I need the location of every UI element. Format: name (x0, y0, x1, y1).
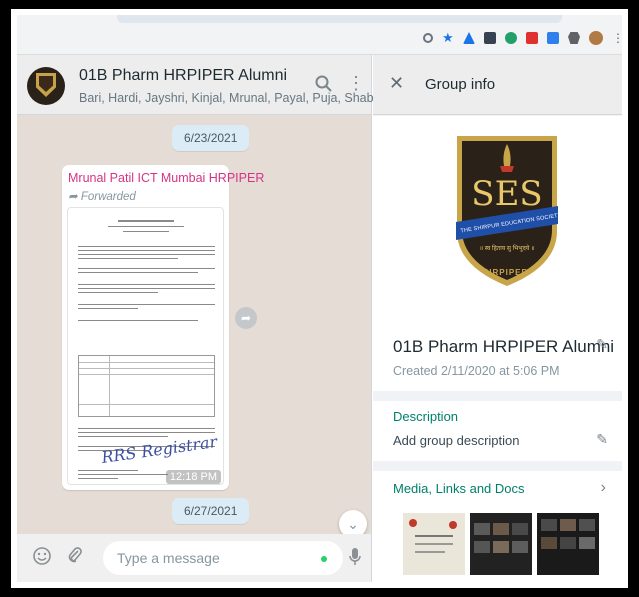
screenshot-frame: ★ ⋮ 01B Pharm HRPIPER Alumni Bari, Hardi… (8, 6, 631, 591)
logo-bottom-text: HRPIPER (485, 268, 529, 277)
description-value[interactable]: Add group description (393, 433, 519, 448)
forward-share-button[interactable]: ➦ (235, 307, 257, 329)
zoom-icon[interactable] (423, 33, 433, 43)
chevron-down-icon: ⌄ (347, 516, 359, 532)
media-card: Media, Links and Docs › (373, 471, 622, 582)
status-dot (321, 556, 327, 562)
forwarded-label: ➦ Forwarded (68, 191, 136, 203)
group-name: 01B Pharm HRPIPER Alumni (393, 337, 615, 356)
message-bubble[interactable]: Mrunal Patil ICT Mumbai HRPIPER ➦ Forwar… (62, 165, 264, 490)
group-info-header: ✕ Group info (373, 55, 622, 115)
handwritten-signature: RRS Registrar (99, 431, 218, 468)
message-time: 12:18 PM (165, 470, 221, 484)
group-avatar[interactable] (27, 67, 65, 105)
media-thumbnail[interactable] (537, 513, 599, 575)
message-composer (17, 534, 371, 582)
microphone-icon[interactable] (349, 547, 361, 572)
date-divider: 6/27/2021 (172, 498, 250, 524)
group-info-pane: ✕ Group info SES THE SHIRPUR EDUCATION S… (373, 55, 622, 582)
chat-title[interactable]: 01B Pharm HRPIPER Alumni (79, 67, 287, 85)
browser-toolbar: ★ ⋮ (17, 15, 622, 55)
logo-initials: SES (471, 174, 543, 214)
kebab-menu-icon[interactable]: ⋮ (347, 73, 365, 94)
extension-icon-1[interactable] (463, 32, 475, 44)
description-label: Description (393, 409, 459, 424)
document-image[interactable]: RRS Registrar (67, 207, 224, 485)
app-window: ★ ⋮ 01B Pharm HRPIPER Alumni Bari, Hardi… (17, 15, 622, 582)
group-profile-card: SES THE SHIRPUR EDUCATION SOCIETY ॥ स्व … (373, 116, 622, 391)
search-icon[interactable] (315, 75, 332, 97)
extension-icon-5[interactable] (547, 32, 559, 44)
edit-name-icon[interactable]: ✎ (596, 336, 608, 353)
extension-icon-2[interactable] (484, 32, 496, 44)
logo-motto: ॥ स्व हिताय सु भिभुदये ॥ (479, 246, 535, 252)
chevron-right-icon[interactable]: › (601, 479, 606, 497)
media-thumbnail[interactable] (403, 513, 465, 575)
profile-avatar[interactable] (589, 31, 603, 45)
message-sender: Mrunal Patil ICT Mumbai HRPIPER (68, 171, 265, 185)
star-icon[interactable]: ★ (442, 31, 454, 44)
media-thumbnail[interactable] (470, 513, 532, 575)
group-created: Created 2/11/2020 at 5:06 PM (393, 364, 560, 378)
description-card: Description Add group description ✎ (373, 401, 622, 461)
emoji-icon[interactable] (33, 547, 51, 570)
forward-arrow-icon: ➦ (68, 191, 78, 203)
close-icon[interactable]: ✕ (389, 73, 404, 94)
attach-icon[interactable] (67, 547, 83, 570)
media-label[interactable]: Media, Links and Docs (393, 481, 525, 496)
date-divider: 6/23/2021 (172, 125, 250, 151)
extension-icon-3[interactable] (505, 32, 517, 44)
menu-icon[interactable]: ⋮ (612, 32, 622, 44)
group-logo[interactable]: SES THE SHIRPUR EDUCATION SOCIETY ॥ स्व … (452, 126, 562, 291)
puzzle-icon[interactable] (568, 32, 580, 44)
message-input[interactable] (103, 541, 343, 575)
chat-header[interactable]: 01B Pharm HRPIPER Alumni Bari, Hardi, Ja… (17, 55, 405, 115)
group-info-title: Group info (425, 76, 496, 93)
toolbar-icons: ★ ⋮ (423, 31, 622, 45)
chat-pane: 01B Pharm HRPIPER Alumni Bari, Hardi, Ja… (17, 55, 405, 582)
extension-icon-4[interactable] (526, 32, 538, 44)
address-strip (117, 15, 562, 23)
edit-description-icon[interactable]: ✎ (596, 431, 608, 448)
